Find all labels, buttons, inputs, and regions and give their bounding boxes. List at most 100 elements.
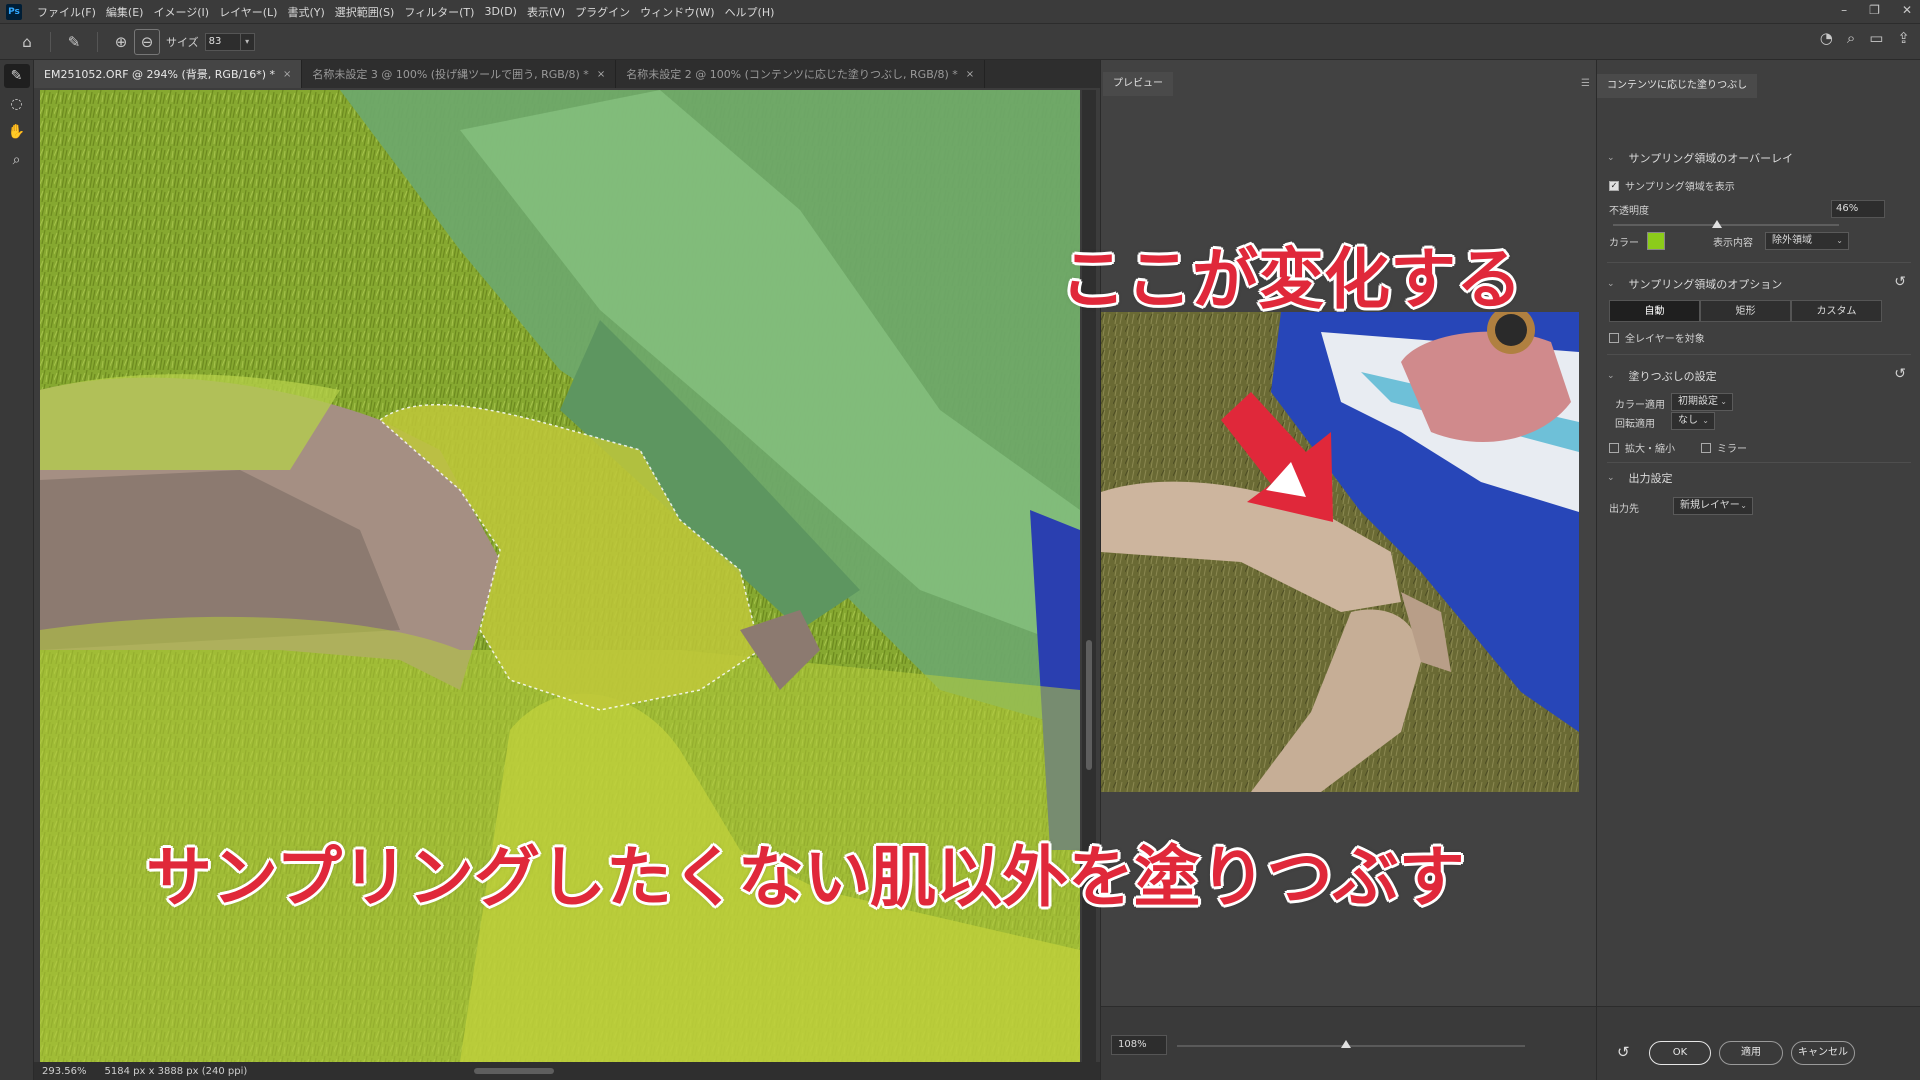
output-dropdown[interactable]: 新規レイヤー ⌄ — [1673, 497, 1753, 515]
scale-row[interactable]: 拡大・縮小 — [1609, 440, 1675, 455]
zoom-readout[interactable]: 293.56% — [42, 1066, 87, 1077]
menu-image[interactable]: イメージ(I) — [148, 4, 214, 20]
workspace-icon[interactable]: ▭ — [1869, 29, 1883, 47]
reset-all-icon[interactable]: ↺ — [1617, 1043, 1630, 1061]
overlay-section-header[interactable]: ⌄ サンプリング領域のオーバーレイ — [1607, 150, 1793, 166]
panel-title[interactable]: コンテンツに応じた塗りつぶし — [1597, 74, 1758, 98]
mirror-row[interactable]: ミラー — [1701, 440, 1747, 455]
photoshop-logo: Ps — [6, 3, 22, 20]
preview-zoom-slider[interactable] — [1177, 1040, 1525, 1048]
brush-preset-icon[interactable]: ✎ — [61, 29, 87, 55]
divider — [1607, 354, 1911, 355]
mode-custom-button[interactable]: カスタム — [1791, 300, 1882, 322]
all-layers-row[interactable]: 全レイヤーを対象 — [1609, 330, 1705, 345]
menu-type[interactable]: 書式(Y) — [282, 4, 329, 20]
chevron-down-icon[interactable]: ▾ — [240, 32, 255, 51]
ok-button[interactable]: OK — [1649, 1041, 1711, 1065]
opacity-input[interactable]: 46% — [1831, 200, 1885, 218]
menu-3d[interactable]: 3D(D) — [479, 5, 522, 18]
overlay-color-swatch[interactable] — [1647, 232, 1665, 250]
chevron-down-icon: ⌄ — [1740, 501, 1747, 510]
zoom-tool-icon[interactable]: ⌕ — [4, 148, 30, 172]
menu-view[interactable]: 表示(V) — [522, 4, 570, 20]
doc-tab[interactable]: 名称未設定 3 @ 100% (投げ縄ツールで囲う, RGB/8) * × — [302, 60, 617, 88]
menu-filter[interactable]: フィルター(T) — [399, 4, 479, 20]
fill-section-header[interactable]: ⌄ 塗りつぶしの設定 — [1607, 368, 1717, 384]
opacity-slider[interactable] — [1613, 220, 1839, 228]
reset-icon[interactable]: ↺ — [1894, 274, 1906, 290]
chevron-down-icon: ⌄ — [1836, 236, 1843, 245]
chevron-down-icon: ⌄ — [1720, 397, 1727, 406]
menu-bar: Ps ファイル(F) 編集(E) イメージ(I) レイヤー(L) 書式(Y) 選… — [0, 0, 1920, 24]
subtract-mode-icon[interactable]: ⊖ — [134, 28, 160, 55]
restore-icon[interactable]: ❐ — [1869, 3, 1880, 17]
sampling-mode-segmented: 自動 矩形 カスタム — [1609, 300, 1882, 322]
menu-edit[interactable]: 編集(E) — [101, 4, 149, 20]
menu-plugins[interactable]: プラグイン — [570, 4, 635, 20]
divider — [1607, 262, 1911, 263]
reset-icon[interactable]: ↺ — [1894, 366, 1906, 382]
preview-panel: プレビュー ☰ 108% — [1100, 60, 1597, 1080]
cancel-button[interactable]: キャンセル — [1791, 1041, 1855, 1065]
scale-checkbox[interactable] — [1609, 442, 1619, 453]
status-bar: 293.56% 5184 px x 3888 px (240 ppi) — [34, 1062, 1100, 1080]
hand-tool-icon[interactable]: ✋ — [4, 120, 30, 144]
menu-window[interactable]: ウィンドウ(W) — [635, 4, 719, 20]
chevron-down-icon: ⌄ — [1607, 371, 1615, 381]
add-mode-icon[interactable]: ⊕ — [108, 29, 134, 55]
close-window-icon[interactable]: ✕ — [1902, 3, 1912, 17]
slider-knob[interactable] — [1711, 220, 1722, 228]
chevron-down-icon: ⌄ — [1702, 416, 1709, 425]
preview-image[interactable] — [1101, 312, 1579, 792]
color-adapt-dropdown[interactable]: 初期設定 ⌄ — [1671, 393, 1733, 411]
user-icon[interactable]: ◔ — [1820, 29, 1833, 47]
scroll-thumb[interactable] — [1086, 640, 1092, 770]
options-section-header[interactable]: ⌄ サンプリング領域のオプション — [1607, 276, 1782, 292]
show-overlay-row[interactable]: ✓ サンプリング領域を表示 — [1609, 178, 1735, 193]
mirror-checkbox[interactable] — [1701, 442, 1711, 453]
preview-photo — [1101, 312, 1579, 792]
size-label: サイズ — [166, 35, 199, 49]
rotation-dropdown[interactable]: なし ⌄ — [1671, 412, 1715, 430]
scale-label: 拡大・縮小 — [1625, 444, 1675, 455]
doc-tab-active[interactable]: EM251052.ORF @ 294% (背景, RGB/16*) * × — [34, 60, 303, 88]
rotation-label: 回転適用 — [1615, 419, 1655, 430]
lasso-tool-icon[interactable]: ◌ — [4, 92, 30, 116]
menu-file[interactable]: ファイル(F) — [32, 4, 101, 20]
menu-layer[interactable]: レイヤー(L) — [214, 4, 282, 20]
divider — [50, 31, 51, 52]
chevron-down-icon: ⌄ — [1607, 473, 1615, 483]
close-icon[interactable]: × — [966, 69, 974, 80]
horizontal-scroll-thumb[interactable] — [474, 1068, 554, 1074]
divider — [97, 31, 98, 52]
slider-knob[interactable] — [1341, 1040, 1351, 1048]
panel-menu-icon[interactable]: ☰ — [1581, 78, 1590, 89]
display-value: 除外領域 — [1772, 235, 1812, 246]
menu-select[interactable]: 選択範囲(S) — [330, 4, 400, 20]
mode-rect-button[interactable]: 矩形 — [1700, 300, 1791, 322]
brush-tool-icon[interactable]: ✎ — [3, 64, 30, 88]
search-icon[interactable]: ⌕ — [1847, 29, 1855, 47]
close-icon[interactable]: × — [283, 69, 291, 80]
tool-bar: ✎ ◌ ✋ ⌕ — [0, 60, 34, 1080]
doc-tab[interactable]: 名称未設定 2 @ 100% (コンテンツに応じた塗りつぶし, RGB/8) *… — [616, 60, 986, 88]
home-icon[interactable]: ⌂ — [14, 29, 40, 55]
all-layers-checkbox[interactable] — [1609, 332, 1619, 343]
size-input[interactable]: 83 — [204, 32, 241, 51]
menu-help[interactable]: ヘルプ(H) — [720, 4, 780, 20]
output-section-header[interactable]: ⌄ 出力設定 — [1607, 470, 1673, 486]
show-overlay-checkbox[interactable]: ✓ — [1609, 180, 1619, 191]
doc-tab-label: 名称未設定 3 @ 100% (投げ縄ツールで囲う, RGB/8) * — [312, 68, 589, 81]
options-bar: ⌂ ✎ ⊕ ⊖ サイズ 83 ▾ ◔ ⌕ ▭ ⇪ — [0, 24, 1920, 60]
apply-button[interactable]: 適用 — [1719, 1041, 1783, 1065]
output-section-title: 出力設定 — [1628, 472, 1673, 485]
display-dropdown[interactable]: 除外領域 ⌄ — [1765, 232, 1849, 250]
output-label: 出力先 — [1609, 504, 1639, 515]
close-icon[interactable]: × — [597, 69, 605, 80]
mode-auto-button[interactable]: 自動 — [1609, 300, 1700, 322]
preview-tab[interactable]: プレビュー — [1103, 72, 1173, 96]
document-dimensions: 5184 px x 3888 px (240 ppi) — [104, 1065, 248, 1077]
share-icon[interactable]: ⇪ — [1897, 29, 1910, 47]
preview-zoom-input[interactable]: 108% — [1111, 1035, 1167, 1055]
minimize-icon[interactable]: – — [1841, 3, 1847, 17]
